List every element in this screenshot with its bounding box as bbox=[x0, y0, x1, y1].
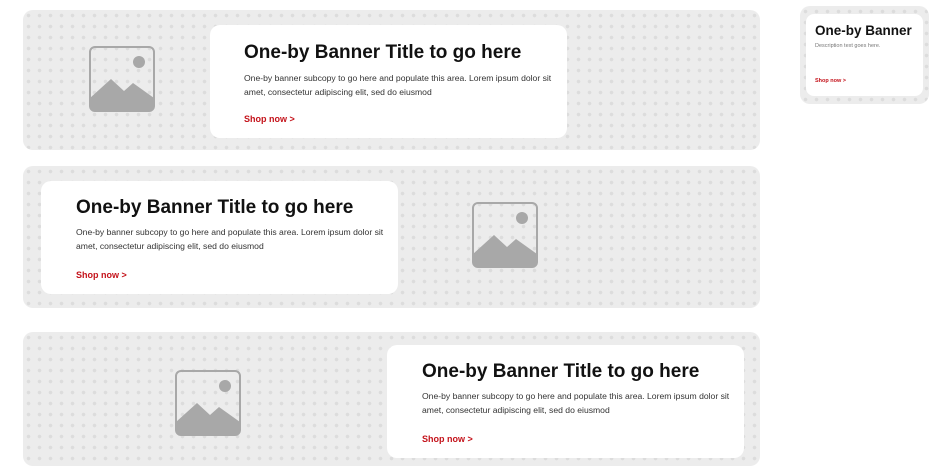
image-placeholder-icon bbox=[472, 202, 538, 268]
banner-title: One-by Banner Title to go here bbox=[422, 361, 700, 382]
banner-card: One-by Banner Title to go here One-by ba… bbox=[387, 345, 744, 458]
small-banner: One-by Banner Description text goes here… bbox=[800, 6, 929, 104]
banner-card: One-by Banner Title to go here One-by ba… bbox=[210, 25, 567, 138]
image-placeholder-icon bbox=[89, 46, 155, 112]
small-banner-title: One-by Banner bbox=[815, 23, 912, 38]
banner-card: One-by Banner Title to go here One-by ba… bbox=[41, 181, 398, 294]
shop-now-link[interactable]: Shop now > bbox=[815, 78, 846, 84]
banner-3: One-by Banner Title to go here One-by ba… bbox=[23, 332, 760, 466]
banner-subcopy: One-by banner subcopy to go here and pop… bbox=[422, 391, 730, 415]
banner-2: One-by Banner Title to go here One-by ba… bbox=[23, 166, 760, 308]
shop-now-link[interactable]: Shop now > bbox=[244, 114, 295, 124]
shop-now-link[interactable]: Shop now > bbox=[422, 434, 473, 444]
banner-subcopy: One-by banner subcopy to go here and pop… bbox=[76, 227, 384, 251]
banner-title: One-by Banner Title to go here bbox=[244, 42, 522, 63]
shop-now-link[interactable]: Shop now > bbox=[76, 270, 127, 280]
image-placeholder-icon bbox=[175, 370, 241, 436]
small-banner-card: One-by Banner Description text goes here… bbox=[806, 14, 923, 96]
banner-title: One-by Banner Title to go here bbox=[76, 197, 354, 218]
small-banner-description: Description text goes here. bbox=[815, 43, 881, 49]
banner-subcopy: One-by banner subcopy to go here and pop… bbox=[244, 73, 552, 97]
banner-1: One-by Banner Title to go here One-by ba… bbox=[23, 10, 760, 150]
